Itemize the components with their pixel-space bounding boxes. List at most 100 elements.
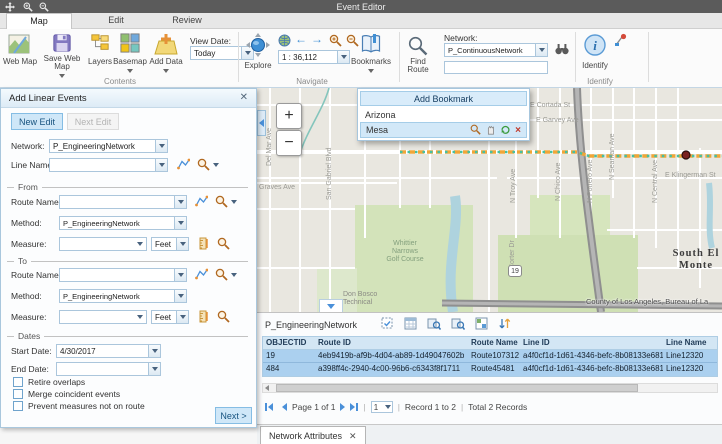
next-page-button[interactable] [340, 403, 345, 411]
bookmarks-button[interactable]: Bookmarks [348, 58, 394, 66]
column-header[interactable]: Route Name [468, 337, 520, 349]
measure-on-map-icon[interactable] [197, 237, 209, 250]
tab-review[interactable]: Review [156, 13, 218, 29]
add-bookmark-button[interactable]: Add Bookmark [360, 91, 527, 106]
next-button[interactable]: Next > [215, 407, 252, 424]
bookmark-delete-icon[interactable]: × [515, 125, 521, 136]
layers-icon[interactable] [90, 33, 110, 53]
from-route-name-dropdown[interactable] [59, 195, 187, 209]
close-icon[interactable]: ✕ [240, 93, 248, 103]
dropdown-caret[interactable] [174, 269, 186, 281]
find-route-button[interactable]: Find Route [400, 58, 436, 74]
full-extent-icon[interactable] [278, 34, 291, 47]
new-edit-button[interactable]: New Edit [11, 113, 63, 130]
zoom-to-measure-icon[interactable] [217, 310, 230, 323]
web-map-icon[interactable] [8, 33, 30, 55]
select-route-on-map-icon[interactable] [195, 268, 208, 281]
view-date-dropdown[interactable]: Today [190, 46, 254, 60]
identify-route-icon[interactable] [614, 33, 628, 47]
tab-edit[interactable]: Edit [88, 13, 144, 29]
zoom-to-route-icon[interactable] [215, 268, 237, 281]
to-measure-input[interactable] [59, 310, 147, 324]
add-data-icon[interactable] [154, 33, 178, 55]
bookmark-item-mesa[interactable]: Mesa × [360, 122, 527, 138]
collapse-table-handle[interactable] [319, 299, 343, 312]
from-method-dropdown[interactable]: P_EngineeringNetwork [59, 216, 187, 230]
dropdown-caret[interactable] [176, 311, 188, 323]
calendar-caret[interactable] [148, 345, 160, 357]
sort-icon[interactable] [498, 317, 511, 332]
measure-on-map-icon[interactable] [197, 310, 209, 323]
map-zoom-out-button[interactable]: − [276, 130, 302, 156]
zoom-to-measure-icon[interactable] [217, 237, 230, 250]
scroll-left-arrow[interactable] [265, 385, 269, 391]
network-caret[interactable] [535, 44, 547, 56]
dropdown-caret[interactable] [174, 217, 186, 229]
zoom-to-line-icon[interactable] [197, 158, 219, 171]
network-dropdown[interactable]: P_ContinuousNetwork [444, 43, 548, 57]
to-unit-dropdown[interactable]: Feet [151, 310, 189, 324]
bookmark-pan-icon[interactable] [485, 124, 496, 137]
previous-extent-icon[interactable]: ← [295, 32, 307, 46]
dropdown-caret[interactable] [174, 196, 186, 208]
bookmark-zoom-icon[interactable] [470, 124, 481, 137]
tab-network-attributes[interactable]: Network Attributes ✕ [260, 426, 366, 444]
from-unit-dropdown[interactable]: Feet [151, 237, 189, 251]
collapse-panel-handle[interactable] [257, 110, 266, 136]
checkbox[interactable] [13, 389, 23, 399]
add-data-dropdown-caret[interactable] [163, 69, 169, 73]
checkbox[interactable] [13, 377, 23, 387]
select-line-on-map-icon[interactable] [177, 158, 190, 171]
scale-dropdown[interactable]: 1 : 36,112 [278, 50, 350, 64]
basemap-icon[interactable] [120, 33, 140, 53]
page-select[interactable]: 1 [371, 401, 393, 413]
web-map-button[interactable]: Web Map [0, 58, 40, 66]
select-route-on-map-icon[interactable] [195, 195, 208, 208]
to-method-dropdown[interactable]: P_EngineeringNetwork [59, 289, 187, 303]
checkbox[interactable] [13, 401, 23, 411]
zoom-in-map-icon[interactable] [329, 34, 342, 47]
dropdown-caret[interactable] [155, 159, 167, 171]
find-route-icon[interactable] [408, 36, 428, 56]
route-search-input[interactable] [444, 61, 548, 74]
dropdown-caret[interactable] [155, 140, 167, 152]
table-row[interactable]: 19 4eb9419b-af9b-4d04-ab89-1d49047602b R… [263, 350, 717, 363]
first-page-button[interactable] [265, 403, 273, 411]
from-measure-input[interactable] [59, 237, 147, 251]
event-network-dropdown[interactable]: P_EngineeringNetwork [49, 139, 168, 153]
map-zoom-in-button[interactable]: + [276, 103, 302, 129]
pan-to-selected-icon[interactable] [451, 317, 465, 332]
tab-map[interactable]: Map [6, 13, 72, 29]
zoom-to-selected-icon[interactable] [427, 317, 441, 332]
bookmarks-icon[interactable] [360, 33, 382, 55]
add-data-button[interactable]: Add Data [146, 58, 186, 66]
dropdown-caret[interactable] [176, 238, 188, 250]
previous-page-button[interactable] [282, 403, 287, 411]
next-extent-icon[interactable]: → [311, 32, 323, 46]
switch-selection-icon[interactable] [475, 317, 488, 332]
end-date-input[interactable] [56, 362, 161, 376]
bookmark-refresh-icon[interactable] [500, 124, 511, 137]
close-tab-icon[interactable]: ✕ [349, 431, 357, 442]
to-route-name-dropdown[interactable] [59, 268, 187, 282]
identify-button[interactable]: Identify [576, 62, 614, 70]
start-date-input[interactable]: 4/30/2017 [56, 344, 161, 358]
zoom-out-map-icon[interactable] [346, 34, 359, 47]
last-page-button[interactable] [350, 403, 358, 411]
binoculars-icon[interactable] [555, 42, 569, 56]
explore-button[interactable]: Explore [240, 62, 276, 70]
merge-coincident-option[interactable]: Merge coincident events [13, 389, 120, 399]
column-header[interactable]: Line Name [663, 337, 717, 349]
table-row[interactable]: 484 a398ff4c-2940-4c00-96b6-c6343f8f1711… [263, 363, 717, 376]
prevent-measures-option[interactable]: Prevent measures not on route [13, 401, 145, 411]
save-web-map-button[interactable]: Save Web Map [40, 55, 84, 71]
basemap-dropdown-caret[interactable] [127, 69, 133, 73]
dropdown-caret[interactable] [174, 290, 186, 302]
line-name-dropdown[interactable] [49, 158, 168, 172]
bookmark-item-arizona[interactable]: Arizona [360, 108, 527, 122]
show-selected-icon[interactable] [381, 317, 394, 332]
zoom-to-route-icon[interactable] [215, 195, 237, 208]
column-header[interactable]: Line ID [520, 337, 663, 349]
horizontal-scrollbar[interactable] [262, 383, 718, 393]
explore-icon[interactable] [246, 33, 270, 57]
